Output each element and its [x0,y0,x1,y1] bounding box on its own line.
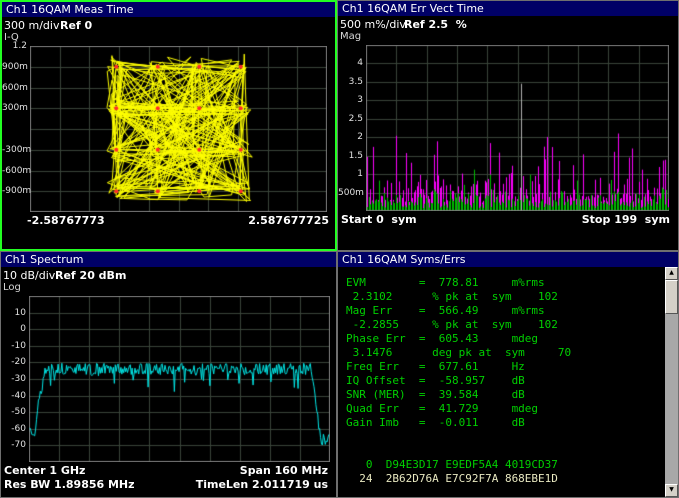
syms-errs-row: Phase Err = 605.43 mdeg [346,332,662,346]
x-axis-right-value: 2.587677725 [248,214,329,227]
syms-errs-row: Mag Err = 566.49 m%rms [346,304,662,318]
y-tick-label: 2 [338,132,363,142]
pane-spectrum[interactable]: Ch1 Spectrum 10 dB/div Ref 20 dBm Log Ce… [0,251,337,498]
axis-label: Mag [340,31,361,42]
axis-label: Log [3,282,21,293]
ref-level: Ref 20 dBm [55,269,126,282]
y-tick-label: 3 [338,95,363,105]
scale-per-div: 10 dB/div [3,269,55,282]
y-tick-label: -30 [1,374,26,384]
syms-errs-summary: EVM = 778.81 m%rms 2.3102 % pk at sym 10… [346,276,662,430]
y-tick-label: 900m [2,62,27,72]
x-axis-stop-label: Stop 199 sym [582,213,670,226]
pane-title-syms-errs[interactable]: Ch1 16QAM Syms/Errs [338,252,678,267]
y-tick-label: -10 [1,341,26,351]
syms-errs-row: -2.2855 % pk at sym 102 [346,318,662,332]
res-bw-label: Res BW 1.89856 MHz [4,478,135,491]
scale-per-div: 500 m%/div [340,18,406,31]
y-tick-label: 300m [2,103,27,113]
scale-per-div: 300 m/div [4,19,59,32]
ref-level: Ref 2.5 % [404,18,467,31]
syms-errs-scrollbar[interactable]: ▲ ▼ [665,267,678,497]
center-frequency-label: Center 1 GHz [4,464,85,477]
y-tick-label: 0 [1,324,26,334]
syms-errs-row: SNR (MER) = 39.584 dB [346,388,662,402]
y-tick-label: 1 [338,169,363,179]
syms-errs-row: EVM = 778.81 m%rms [346,276,662,290]
spectrum-plot[interactable] [29,296,330,462]
pane-title-meas-time[interactable]: Ch1 16QAM Meas Time [2,2,335,17]
constellation-plot[interactable] [30,46,327,212]
time-len-label: TimeLen 2.011719 us [196,478,328,491]
x-axis-start-label: Start 0 sym [341,213,417,226]
syms-errs-row: Gain Imb = -0.011 dB [346,416,662,430]
y-tick-label: 1.2 [2,41,27,51]
span-label: Span 160 MHz [240,464,328,477]
pane-title-err-vect[interactable]: Ch1 16QAM Err Vect Time [338,1,678,16]
syms-errs-row: 2.3102 % pk at sym 102 [346,290,662,304]
y-tick-label: -300m [2,145,27,155]
y-tick-label: -70 [1,440,26,450]
y-tick-label: 10 [1,308,26,318]
scrollbar-thumb[interactable] [665,280,678,314]
y-tick-label: 3.5 [338,77,363,87]
y-tick-label: 4 [338,58,363,68]
y-tick-label: -50 [1,407,26,417]
syms-errs-row: 3.1476 deg pk at sym 70 [346,346,662,360]
y-tick-label: 2.5 [338,114,363,124]
pane-err-vect-time[interactable]: Ch1 16QAM Err Vect Time 500 m%/div Ref 2… [337,0,679,251]
symbol-table-row: 0 D94E3D17 E9EDF5A4 4019CD37 [346,458,662,472]
syms-errs-row: IQ Offset = -58.957 dB [346,374,662,388]
pane-syms-errs[interactable]: Ch1 16QAM Syms/Errs EVM = 778.81 m%rms 2… [337,251,679,498]
syms-errs-row: Freq Err = 677.61 Hz [346,360,662,374]
pane-meas-time[interactable]: Ch1 16QAM Meas Time 300 m/div Ref 0 I-Q … [0,0,337,251]
scroll-down-icon[interactable]: ▼ [665,484,678,497]
y-tick-label: -40 [1,391,26,401]
y-tick-label: 600m [2,83,27,93]
y-tick-label: 500m [338,188,363,198]
y-tick-label: -60 [1,424,26,434]
symbol-table: 0 D94E3D17 E9EDF5A4 4019CD37 24 2B62D76A… [346,458,662,486]
error-vector-plot[interactable] [366,45,669,211]
syms-errs-row: Quad Err = 41.729 mdeg [346,402,662,416]
y-tick-label: -20 [1,357,26,367]
y-tick-label: -600m [2,166,27,176]
y-tick-label: 1.5 [338,151,363,161]
vsa-four-pane-display: Ch1 16QAM Meas Time 300 m/div Ref 0 I-Q … [0,0,679,498]
scroll-up-icon[interactable]: ▲ [665,267,678,280]
y-tick-label: -900m [2,186,27,196]
ref-level: Ref 0 [60,19,92,32]
pane-title-spectrum[interactable]: Ch1 Spectrum [1,252,336,267]
x-axis-left-value: -2.58767773 [27,214,105,227]
symbol-table-row: 24 2B62D76A E7C92F7A 868EBE1D [346,472,662,486]
